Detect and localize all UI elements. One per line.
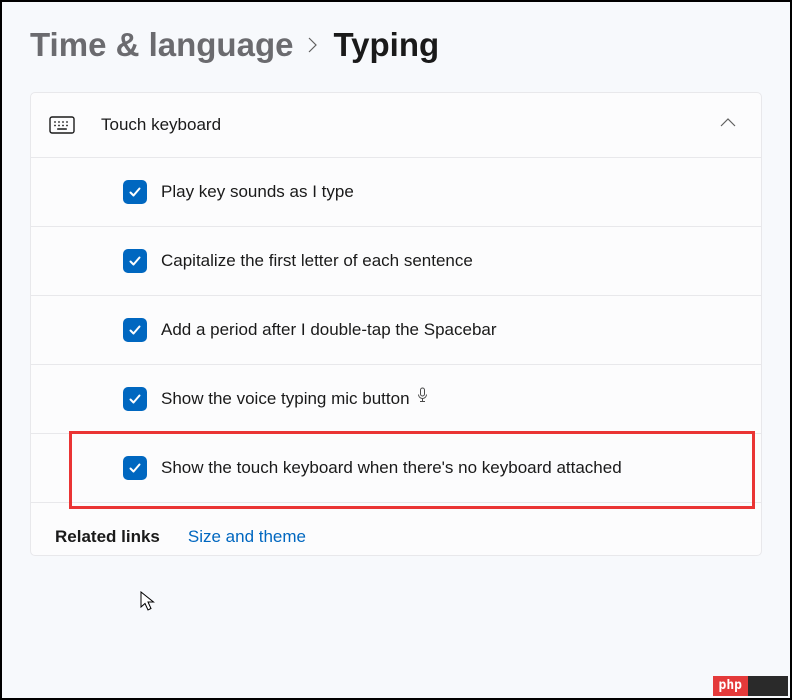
option-label: Show the voice typing mic button	[161, 387, 429, 411]
option-capitalize-first-letter: Capitalize the first letter of each sent…	[31, 227, 761, 296]
chevron-right-icon	[307, 34, 319, 60]
chevron-up-icon	[719, 116, 737, 134]
checkbox-show-voice-typing-mic[interactable]	[123, 387, 147, 411]
checkbox-show-touch-keyboard-no-keyboard[interactable]	[123, 456, 147, 480]
checkbox-capitalize-first-letter[interactable]	[123, 249, 147, 273]
option-label: Show the touch keyboard when there's no …	[161, 456, 622, 480]
option-add-period-double-tap: Add a period after I double-tap the Spac…	[31, 296, 761, 365]
option-show-touch-keyboard-no-keyboard: Show the touch keyboard when there's no …	[31, 434, 761, 503]
breadcrumb-parent-link[interactable]: Time & language	[30, 26, 293, 64]
option-label: Add a period after I double-tap the Spac…	[161, 318, 497, 342]
option-play-key-sounds: Play key sounds as I type	[31, 158, 761, 227]
checkbox-add-period-double-tap[interactable]	[123, 318, 147, 342]
cursor-pointer-icon	[140, 591, 158, 618]
related-links-label: Related links	[55, 527, 160, 547]
checkbox-play-key-sounds[interactable]	[123, 180, 147, 204]
panel-title: Touch keyboard	[101, 115, 719, 135]
watermark-text: php	[713, 676, 748, 696]
option-label: Play key sounds as I type	[161, 180, 354, 204]
related-links: Related links Size and theme	[31, 503, 761, 555]
touch-keyboard-expander[interactable]: Touch keyboard	[31, 93, 761, 158]
touch-keyboard-panel: Touch keyboard Play key sounds as I type…	[30, 92, 762, 556]
mic-icon	[416, 387, 429, 411]
keyboard-icon	[49, 116, 77, 134]
breadcrumb: Time & language Typing	[30, 26, 762, 64]
page-title: Typing	[333, 26, 439, 64]
watermark: php	[713, 676, 788, 696]
option-show-voice-typing-mic: Show the voice typing mic button	[31, 365, 761, 434]
option-label: Capitalize the first letter of each sent…	[161, 249, 473, 273]
size-and-theme-link[interactable]: Size and theme	[188, 527, 306, 547]
watermark-block	[748, 676, 788, 696]
